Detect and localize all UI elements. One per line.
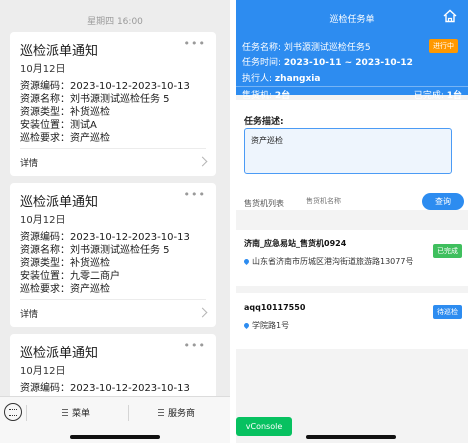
executor: zhangxia [274,74,321,84]
query-button[interactable]: 查询 [422,193,464,210]
card-details: 资源编码：2023-10-12-2023-10-13 资源名称：刘书源测试巡检任… [20,231,190,296]
machine-list-label: 售货机列表 [244,199,284,208]
task-pane: 巡检任务单 任务名称: 刘书源测试巡检任务5 进行中 任务时间: 2023-10… [236,0,468,443]
card-details: 资源编码：2023-10-12-2023-10-13 资源名称：刘书源测试巡检任… [20,80,190,145]
description-label: 任务描述: [244,117,284,127]
status-badge: 进行中 [429,39,458,53]
task-header: 巡检任务单 任务名称: 刘书源测试巡检任务5 进行中 任务时间: 2023-10… [236,0,468,95]
card-date: 10月12日 [20,64,66,75]
resource-code: 资源编码：2023-10-12-2023-10-13 [20,232,190,243]
card-date: 10月12日 [20,215,66,226]
machine-name: 济南_应急易站_售货机0924 [244,239,347,248]
status-badge: 已完成 [433,244,462,258]
card-date: 10月12日 [20,366,66,377]
card-title: 巡检派单通知 [20,195,99,210]
inspection-requirement: 巡检要求：资产巡检 [20,284,110,295]
status-badge: 待巡检 [433,305,462,319]
install-location: 安装位置：九零二商户 [20,271,120,282]
resource-name: 资源名称：刘书源测试巡检任务 5 [20,94,170,105]
notification-card[interactable]: 巡检派单通知 10月12日 ••• 资源编码：2023-10-12-2023-1… [10,183,216,327]
chevron-right-icon [197,156,208,167]
machine-item[interactable]: aqq10117550 学院路1号 待巡检 [236,293,468,349]
home-indicator [306,435,396,439]
machine-item[interactable]: 济南_应急易站_售货机0924 山东省济南市历城区港沟街道旅游路13077号 已… [236,230,468,286]
chevron-right-icon [197,307,208,318]
card-title: 巡检派单通知 [20,44,99,59]
task-name-row: 任务名称: 刘书源测试巡检任务5 [242,40,371,53]
machine-address-row: 山东省济南市历城区港沟街道旅游路13077号 [242,256,414,267]
divider [20,299,206,300]
menu-icon [62,409,68,416]
machine-name: aqq10117550 [244,303,306,312]
card-title: 巡检派单通知 [20,346,99,361]
notification-card[interactable]: 巡检派单通知 10月12日 ••• 资源编码：2023-10-12-2023-1… [10,32,216,176]
timestamp: 星期四 16:00 [87,17,143,27]
location-pin-icon [242,257,251,266]
keyboard-icon[interactable] [4,403,22,421]
notification-pane: 星期四 16:00 巡检派单通知 10月12日 ••• 资源编码：2023-10… [0,0,230,443]
task-time: 2023-10-11 ~ 2023-10-12 [283,58,413,68]
service-provider-button[interactable]: 服务商 [168,406,195,419]
more-icon[interactable]: ••• [184,339,206,352]
description-field[interactable]: 资产巡检 [244,128,452,174]
task-name-label: 任务名称: [242,43,282,53]
divider [128,405,129,421]
divider [26,405,27,421]
install-location: 安装位置：测试A [20,120,97,131]
menu-button[interactable]: 菜单 [72,406,90,419]
more-icon[interactable]: ••• [184,37,206,50]
home-icon[interactable] [442,8,458,24]
divider [20,148,206,149]
task-name: 刘书源测试巡检任务5 [283,43,371,53]
executor-row: 执行人: zhangxia [242,71,320,84]
location-pin-icon [242,321,251,330]
home-indicator [70,435,160,439]
machine-address-row: 学院路1号 [242,320,290,331]
vconsole-button[interactable]: vConsole [236,417,292,436]
more-icon[interactable]: ••• [184,188,206,201]
executor-label: 执行人: [242,74,273,84]
page-title: 巡检任务单 [329,15,375,25]
card-details: 资源编码：2023-10-12-2023-10-13 [20,382,190,395]
machine-address: 山东省济南市历城区港沟街道旅游路13077号 [252,257,414,266]
menu-icon [158,409,164,416]
detail-link[interactable]: 详情 [20,307,38,320]
divider [236,86,468,87]
resource-code: 资源编码：2023-10-12-2023-10-13 [20,81,190,92]
machine-search-input[interactable] [298,193,438,209]
task-time-label: 任务时间: [242,58,282,68]
task-time-row: 任务时间: 2023-10-11 ~ 2023-10-12 [242,55,413,68]
resource-type: 资源类型：补货巡检 [20,258,110,269]
machine-address: 学院路1号 [252,321,290,330]
detail-link[interactable]: 详情 [20,156,38,169]
resource-name: 资源名称：刘书源测试巡检任务 5 [20,245,170,256]
resource-type: 资源类型：补货巡检 [20,107,110,118]
inspection-requirement: 巡检要求：资产巡检 [20,133,110,144]
resource-code: 资源编码：2023-10-12-2023-10-13 [20,383,190,394]
